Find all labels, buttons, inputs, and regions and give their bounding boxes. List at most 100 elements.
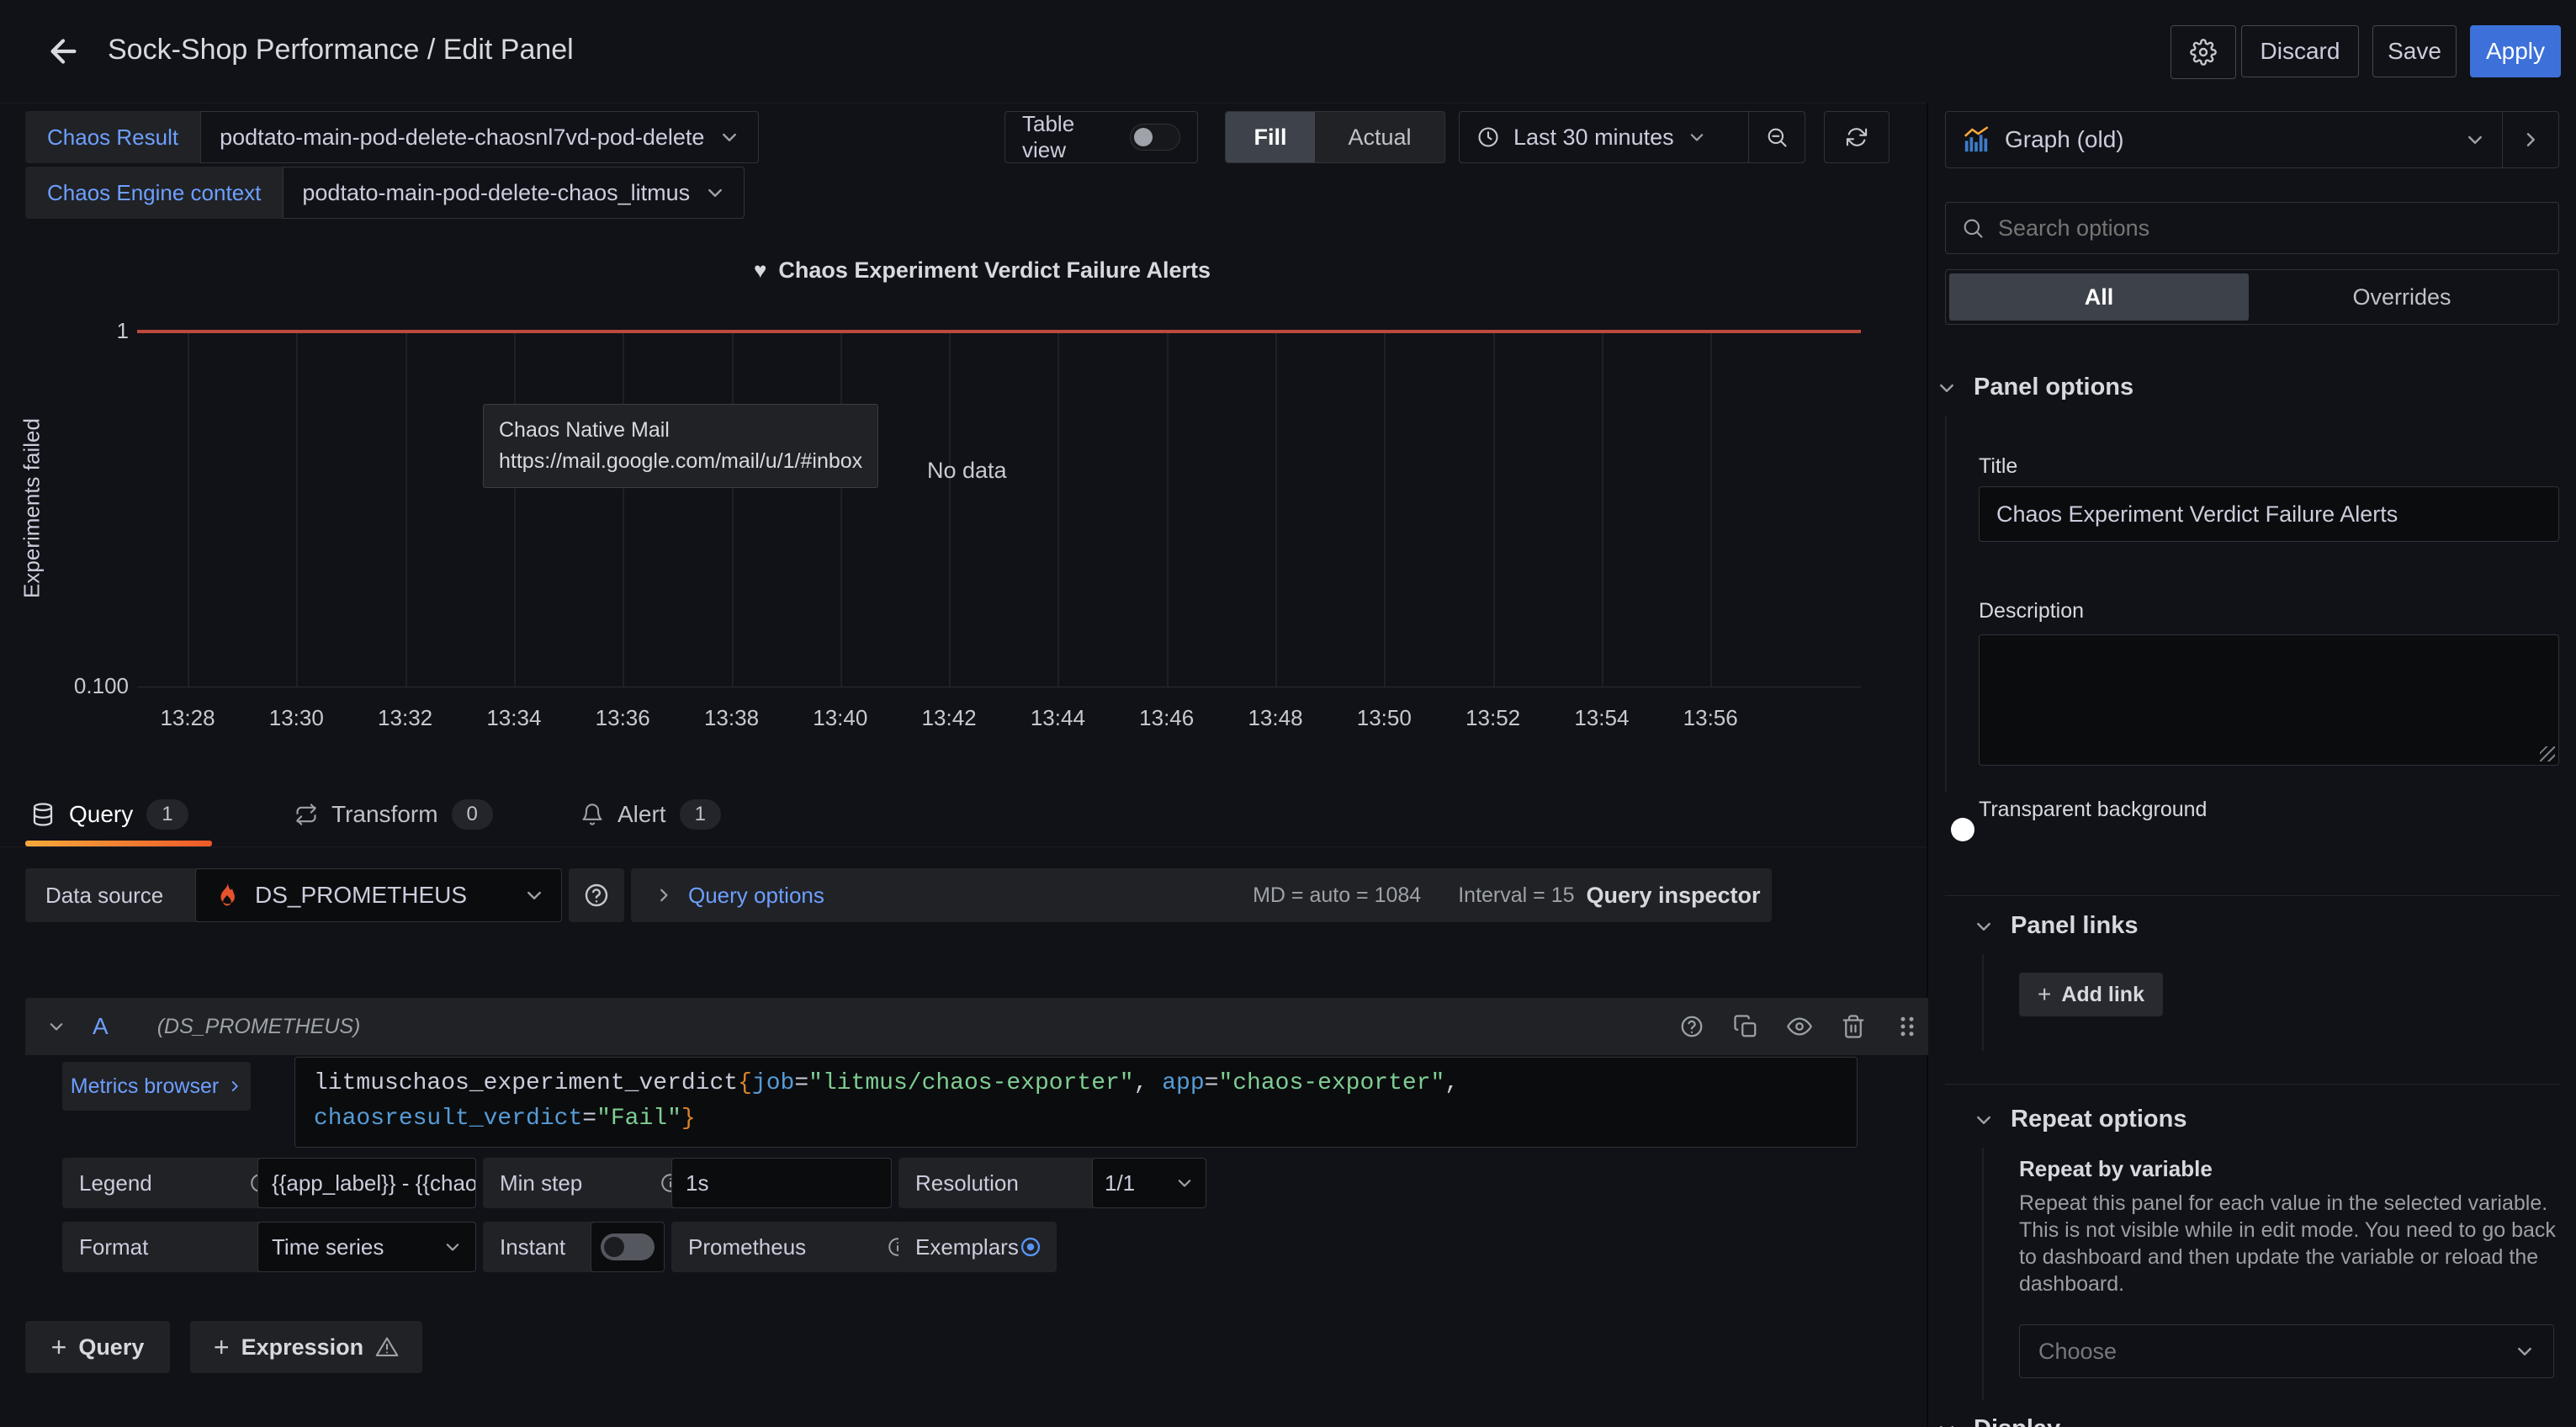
x-axis-tick: 13:44 — [1031, 705, 1085, 731]
variable-value-dropdown[interactable]: podtato-main-pod-delete-chaosnl7vd-pod-d… — [200, 111, 759, 163]
promql-query-input[interactable]: litmuschaos_experiment_verdict{job="litm… — [294, 1057, 1858, 1148]
toggle-visibility-icon[interactable] — [1787, 1014, 1812, 1039]
format-select[interactable]: Time series — [257, 1222, 476, 1272]
refresh-button[interactable] — [1824, 111, 1890, 163]
zoom-out-button[interactable] — [1749, 112, 1805, 162]
repeat-variable-select[interactable]: Choose — [2019, 1324, 2554, 1378]
panel-settings-button[interactable] — [2171, 25, 2236, 79]
duplicate-query-icon[interactable] — [1733, 1014, 1758, 1039]
table-view-switch[interactable] — [1130, 124, 1180, 151]
tab-query[interactable]: Query 1 — [25, 782, 212, 846]
promql-expression: litmuschaos_experiment_verdict{job="litm… — [314, 1066, 1459, 1137]
graph-plot-area[interactable]: Chaos Native Mail https://mail.google.co… — [137, 330, 1861, 687]
panel-preview-pane: Chaos Result podtato-main-pod-delete-cha… — [0, 103, 1928, 1427]
add-expression-button[interactable]: + Expression — [190, 1321, 422, 1373]
tooltip-url[interactable]: https://mail.google.com/mail/u/1/#inbox — [499, 446, 862, 477]
max-data-points-stat: MD = auto = 1084 — [1253, 883, 1421, 908]
panel-links-section-heading[interactable]: Panel links — [1974, 912, 2139, 940]
tab-overrides[interactable]: Overrides — [2249, 273, 2555, 321]
alert-heart-icon: ♥ — [754, 257, 766, 284]
search-options-input[interactable] — [1996, 215, 2543, 242]
question-circle-icon — [583, 882, 610, 909]
active-tab-underline — [25, 841, 212, 846]
chevron-down-icon — [719, 127, 739, 147]
apply-button[interactable]: Apply — [2470, 25, 2561, 77]
clock-icon — [1476, 125, 1500, 149]
table-view-label: Table view — [1022, 111, 1115, 163]
add-link-button[interactable]: + Add link — [2019, 973, 2163, 1016]
refresh-icon — [1845, 125, 1868, 149]
graph-tooltip: Chaos Native Mail https://mail.google.co… — [483, 404, 878, 488]
interval-stat: Interval = 15s — [1458, 883, 1585, 908]
x-axis-tick: 13:36 — [596, 705, 650, 731]
panel-options-heading[interactable]: Panel options — [1937, 374, 2133, 401]
gridline — [840, 333, 842, 687]
page-title: Sock-Shop Performance / Edit Panel — [108, 34, 574, 66]
prometheus-flame-icon — [213, 881, 241, 910]
discard-button[interactable]: Discard — [2241, 25, 2359, 77]
prometheus-field-label: Prometheus — [671, 1222, 925, 1272]
delete-query-icon[interactable] — [1841, 1014, 1866, 1039]
query-options-bar[interactable]: Query options MD = auto = 1084 Interval … — [631, 868, 1609, 922]
fill-actual-segmented: Fill Actual — [1225, 111, 1445, 163]
add-query-button[interactable]: + Query — [25, 1321, 170, 1373]
chevron-right-icon — [2520, 130, 2541, 150]
data-source-help-button[interactable] — [569, 868, 624, 922]
drag-handle-icon[interactable] — [1895, 1014, 1920, 1039]
gridline — [623, 333, 624, 687]
warning-icon — [375, 1335, 399, 1359]
variable-label: Chaos Engine context — [25, 167, 283, 219]
chevron-down-icon — [1937, 1419, 1957, 1427]
data-source-picker[interactable]: DS_PROMETHEUS — [195, 868, 562, 922]
tab-count-badge: 1 — [680, 799, 721, 830]
toggle-viz-pane-button[interactable] — [2503, 112, 2558, 167]
panel-title-input[interactable] — [1979, 486, 2559, 542]
gridlines — [137, 330, 1861, 687]
gridline — [1493, 333, 1495, 687]
instant-switch[interactable] — [601, 1233, 655, 1260]
panel-title[interactable]: ♥ Chaos Experiment Verdict Failure Alert… — [137, 257, 1827, 284]
transform-icon — [294, 803, 318, 826]
chevron-down-icon — [1937, 378, 1957, 398]
tab-transform[interactable]: Transform 0 — [294, 782, 493, 846]
resolution-select[interactable]: 1/1 — [1092, 1158, 1206, 1208]
variable-value-dropdown[interactable]: podtato-main-pod-delete-chaos_litmus — [283, 167, 745, 219]
query-inspector-button[interactable]: Query inspector — [1575, 868, 1772, 922]
resize-handle[interactable] — [2540, 746, 2555, 761]
repeat-options-heading[interactable]: Repeat options — [1974, 1106, 2186, 1133]
x-axis-tick: 13:32 — [378, 705, 432, 731]
search-icon — [1961, 216, 1985, 240]
y-axis-label: Experiments failed — [19, 418, 45, 598]
variable-label: Chaos Result — [25, 111, 200, 163]
zoom-out-icon — [1765, 125, 1789, 149]
tab-count-badge: 0 — [452, 799, 493, 830]
repeat-by-variable-description: Repeat this panel for each value in the … — [2019, 1190, 2574, 1297]
editor-tabs: Query 1 Transform 0 Alert 1 — [0, 782, 1927, 847]
time-range-button[interactable]: Last 30 minutes — [1460, 112, 1748, 162]
query-ref-id: A — [93, 1013, 109, 1040]
bell-icon — [580, 803, 604, 826]
display-options-heading[interactable]: Display — [1937, 1415, 2060, 1427]
tab-all[interactable]: All — [1949, 273, 2249, 321]
tab-alert[interactable]: Alert 1 — [580, 782, 721, 846]
viz-select[interactable]: Graph (old) — [1946, 112, 2502, 167]
variable-chaos-engine-context: Chaos Engine context podtato-main-pod-de… — [25, 167, 745, 219]
variable-chaos-result: Chaos Result podtato-main-pod-delete-cha… — [25, 111, 759, 163]
query-row-header[interactable]: A (DS_PROMETHEUS) — [25, 998, 1942, 1055]
chevron-down-icon — [2515, 1341, 2535, 1361]
actual-option[interactable]: Actual — [1315, 112, 1444, 162]
y-axis-tick-0100: 0.100 — [45, 673, 129, 699]
query-help-icon[interactable] — [1679, 1014, 1704, 1039]
min-step-input[interactable] — [671, 1158, 892, 1208]
exemplars-eye-icon[interactable] — [1019, 1235, 1042, 1259]
chevron-right-icon — [227, 1079, 242, 1094]
repeat-by-variable-label: Repeat by variable — [2019, 1156, 2213, 1182]
legend-format-input[interactable]: {{app_label}} - {{chaos… — [257, 1158, 476, 1208]
fill-option[interactable]: Fill — [1226, 112, 1315, 162]
description-textarea[interactable] — [1979, 634, 2559, 766]
back-arrow-icon[interactable] — [44, 32, 82, 71]
metrics-browser-button[interactable]: Metrics browser — [62, 1062, 251, 1111]
save-button[interactable]: Save — [2372, 25, 2457, 77]
table-view-toggle-group[interactable]: Table view — [1004, 111, 1198, 163]
gridline — [949, 333, 951, 687]
